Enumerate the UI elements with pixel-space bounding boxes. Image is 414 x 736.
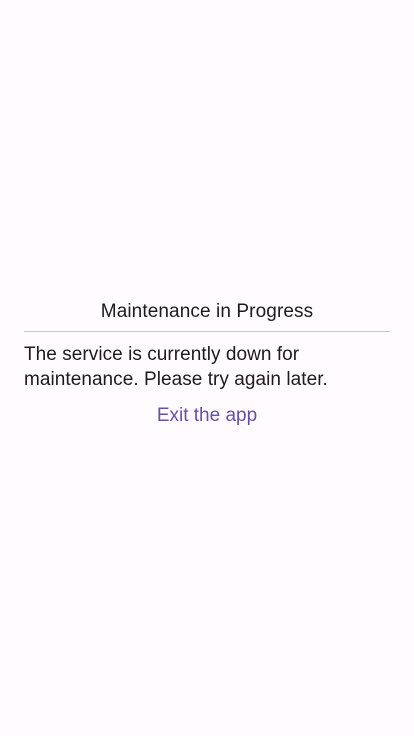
maintenance-dialog: Maintenance in Progress The service is c… (24, 299, 390, 430)
dialog-message: The service is currently down for mainte… (24, 344, 328, 390)
dialog-actions: Exit the app (24, 402, 390, 430)
exit-app-button[interactable]: Exit the app (151, 402, 263, 430)
dialog-title: Maintenance in Progress (100, 301, 314, 322)
title-divider (24, 331, 390, 332)
app-screen: Maintenance in Progress The service is c… (0, 0, 414, 736)
